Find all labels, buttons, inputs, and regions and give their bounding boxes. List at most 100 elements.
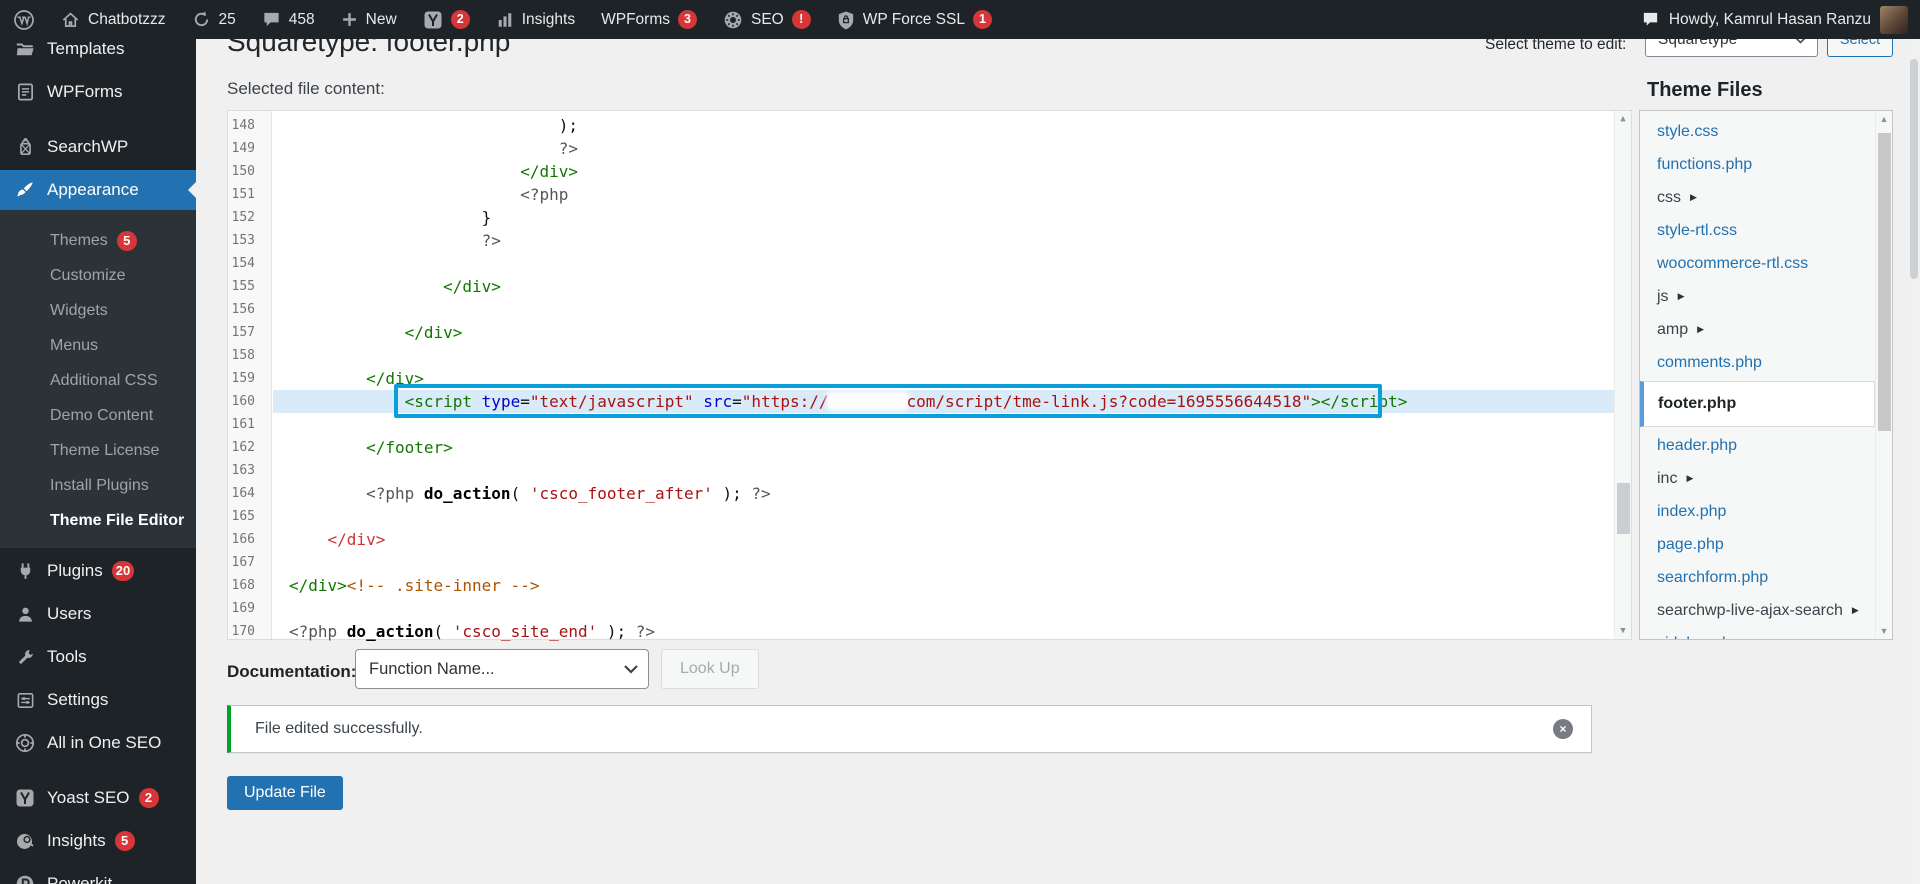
code-line-152[interactable]: }: [273, 206, 1614, 229]
theme-file-searchform-php[interactable]: searchform.php: [1640, 561, 1892, 594]
code-line-156[interactable]: [273, 298, 1614, 321]
dismiss-notice-icon[interactable]: ×: [1553, 719, 1573, 739]
adminbar-item-label: Chatbotzzz: [88, 11, 166, 29]
theme-file-searchwp-live-ajax-search[interactable]: searchwp-live-ajax-search▶: [1640, 594, 1892, 627]
code-line-167[interactable]: [273, 551, 1614, 574]
adminbar-item-updates[interactable]: 25: [179, 0, 249, 39]
editor-scrollbar-thumb[interactable]: [1617, 483, 1630, 534]
code-line-157[interactable]: </div>: [273, 321, 1614, 344]
sidebar-subitem-install-plugins[interactable]: Install Plugins: [0, 468, 196, 503]
code-line-158[interactable]: [273, 344, 1614, 367]
page-scrollbar-thumb[interactable]: [1910, 59, 1918, 279]
documentation-function-select[interactable]: Function Name...: [355, 649, 649, 689]
theme-file-functions-php[interactable]: functions.php: [1640, 148, 1892, 181]
code-line-162[interactable]: </footer>: [273, 436, 1614, 459]
theme-file-css[interactable]: css▶: [1640, 181, 1892, 214]
sidebar-item-label: WPForms: [47, 82, 123, 102]
theme-files-scrollbar[interactable]: ▲ ▼: [1875, 111, 1892, 639]
code-token: [289, 162, 520, 181]
yoast-icon: [14, 787, 36, 809]
theme-file-js[interactable]: js▶: [1640, 280, 1892, 313]
sidebar-item-all-in-one-seo[interactable]: All in One SEO: [0, 723, 196, 763]
sidebar-item-wpforms[interactable]: WPForms: [0, 72, 196, 112]
sidebar-item-plugins[interactable]: Plugins20: [0, 551, 196, 591]
code-line-168[interactable]: </div><!-- .site-inner -->: [273, 574, 1614, 597]
sidebar-item-powerkit[interactable]: Powerkit: [0, 864, 196, 884]
code-line-155[interactable]: </div>: [273, 275, 1614, 298]
avatar[interactable]: [1880, 6, 1908, 34]
editor-scrollbar[interactable]: ▲ ▼: [1614, 111, 1631, 639]
code-line-148[interactable]: );: [273, 114, 1614, 137]
code-line-160[interactable]: <script type="text/javascript" src="http…: [273, 390, 1614, 413]
scroll-up-arrow-icon[interactable]: ▲: [1615, 111, 1631, 127]
sidebar-item-appearance[interactable]: Appearance: [0, 170, 196, 210]
code-line-149[interactable]: ?>: [273, 137, 1614, 160]
theme-file-style-rtl-css[interactable]: style-rtl.css: [1640, 214, 1892, 247]
sidebar-item-users[interactable]: Users: [0, 594, 196, 634]
adminbar-item-seo[interactable]: SEO!: [710, 0, 824, 39]
adminbar-item-comments[interactable]: 458: [249, 0, 328, 39]
notification-badge: 20: [112, 561, 134, 581]
adminbar-item-wp-force-ssl[interactable]: WP Force SSL1: [824, 0, 1005, 39]
speech-bubble-icon[interactable]: [1641, 10, 1660, 29]
howdy-greeting[interactable]: Howdy, Kamrul Hasan Ranzu: [1669, 11, 1871, 29]
code-line-163[interactable]: [273, 459, 1614, 482]
adminbar-item-wpforms[interactable]: WPForms3: [588, 0, 710, 39]
sidebar-item-tools[interactable]: Tools: [0, 637, 196, 677]
theme-file-page-php[interactable]: page.php: [1640, 528, 1892, 561]
code-editor[interactable]: 1481491501511521531541551561571581591601…: [227, 110, 1632, 640]
code-area[interactable]: ); ?> </div> <?php } ?> </div> </div> </…: [273, 111, 1614, 639]
theme-file-header-php[interactable]: header.php: [1640, 429, 1892, 462]
sidebar-subitem-themes[interactable]: Themes5: [0, 223, 196, 258]
sidebar-item-settings[interactable]: Settings: [0, 680, 196, 720]
sidebar-subitem-demo-content[interactable]: Demo Content: [0, 398, 196, 433]
code-line-164[interactable]: <?php do_action( 'csco_footer_after' ); …: [273, 482, 1614, 505]
gear-icon: [723, 10, 743, 30]
adminbar-item-site-name[interactable]: Chatbotzzz: [48, 0, 179, 39]
adminbar-item-new-content[interactable]: New: [328, 0, 410, 39]
code-line-170[interactable]: <?php do_action( 'csco_site_end' ); ?>: [273, 620, 1614, 643]
theme-file-inc[interactable]: inc▶: [1640, 462, 1892, 495]
code-line-153[interactable]: ?>: [273, 229, 1614, 252]
adminbar-item-insights[interactable]: Insights: [483, 0, 588, 39]
theme-file-comments-php[interactable]: comments.php: [1640, 346, 1892, 379]
page-scrollbar[interactable]: [1908, 39, 1920, 884]
scroll-down-arrow-icon[interactable]: ▼: [1615, 623, 1631, 639]
scroll-down-arrow-icon[interactable]: ▼: [1876, 623, 1892, 639]
sidebar-item-yoast-seo[interactable]: Yoast SEO2: [0, 778, 196, 818]
sidebar-item-searchwp[interactable]: SearchWP: [0, 127, 196, 167]
update-file-button[interactable]: Update File: [227, 776, 343, 810]
theme-file-amp[interactable]: amp▶: [1640, 313, 1892, 346]
adminbar-item-wp-logo[interactable]: [0, 0, 48, 39]
scroll-up-arrow-icon[interactable]: ▲: [1876, 111, 1892, 127]
code-token: ?>: [636, 622, 655, 641]
theme-file-woocommerce-rtl-css[interactable]: woocommerce-rtl.css: [1640, 247, 1892, 280]
theme-file-footer-php[interactable]: footer.php: [1640, 381, 1875, 427]
adminbar-item-yoast[interactable]: 2: [410, 0, 483, 39]
sidebar-subitem-additional-css[interactable]: Additional CSS: [0, 363, 196, 398]
folder-arrow-icon: ▶: [1852, 605, 1859, 616]
sidebar-subitem-theme-license[interactable]: Theme License: [0, 433, 196, 468]
sidebar-item-insights[interactable]: Insights5: [0, 821, 196, 861]
file-link: style-rtl.css: [1657, 222, 1737, 240]
sidebar-subitem-menus[interactable]: Menus: [0, 328, 196, 363]
code-line-169[interactable]: [273, 597, 1614, 620]
sidebar-subitem-customize[interactable]: Customize: [0, 258, 196, 293]
code-line-161[interactable]: [273, 413, 1614, 436]
code-line-150[interactable]: </div>: [273, 160, 1614, 183]
code-line-154[interactable]: [273, 252, 1614, 275]
sidebar-item-templates[interactable]: Templates: [0, 39, 196, 69]
code-line-166[interactable]: </div>: [273, 528, 1614, 551]
theme-file-sidebar-php[interactable]: sidebar.php: [1640, 627, 1892, 640]
sidebar-subitem-label: Customize: [50, 267, 126, 285]
appearance-icon: [14, 179, 36, 201]
sidebar-subitem-widgets[interactable]: Widgets: [0, 293, 196, 328]
code-line-151[interactable]: <?php: [273, 183, 1614, 206]
code-line-159[interactable]: </div>: [273, 367, 1614, 390]
sidebar-subitem-theme-file-editor[interactable]: Theme File Editor: [0, 503, 196, 538]
theme-file-style-css[interactable]: style.css: [1640, 115, 1892, 148]
theme-file-index-php[interactable]: index.php: [1640, 495, 1892, 528]
code-line-165[interactable]: [273, 505, 1614, 528]
sidebar-subitem-label: Demo Content: [50, 407, 153, 425]
theme-files-scrollbar-thumb[interactable]: [1878, 133, 1891, 431]
